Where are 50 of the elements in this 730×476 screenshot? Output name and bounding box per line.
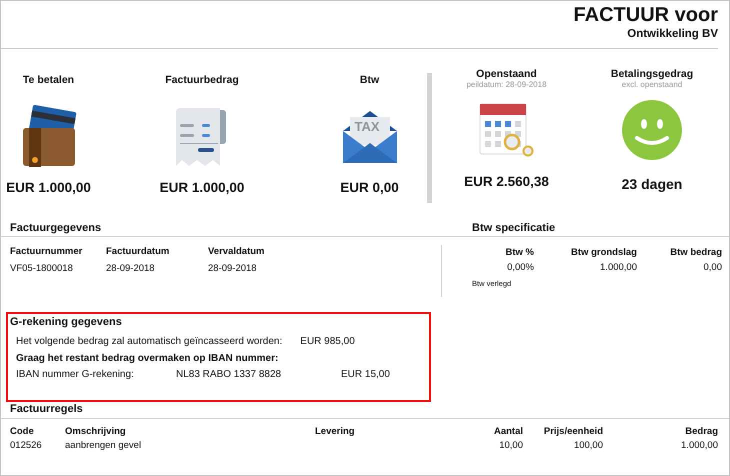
kpi-label: Factuurbedrag (165, 74, 239, 86)
kpi-label: Btw (360, 74, 380, 86)
table-cell-text: aanbrengen gevel (65, 440, 142, 451)
wallet-icon (20, 104, 76, 168)
iban-number: NL83 RABO 1337 8828 (176, 369, 282, 380)
column-header: Factuurnummer (10, 246, 84, 257)
kpi-value: 23 dagen (622, 176, 682, 192)
column-header: Code (10, 426, 35, 437)
smiley-icon (622, 100, 682, 160)
section-heading: Btw specificatie (472, 222, 556, 234)
table-cell: 0,00 (704, 262, 722, 273)
kpi-value: EUR 0,00 (340, 180, 399, 195)
table-cell-text: 012526 (10, 440, 43, 451)
table-cell: 1.000,00 (600, 262, 637, 273)
section-heading: Factuurregels (1, 402, 729, 419)
column-header: Factuurdatum (106, 246, 170, 257)
table-cell-text: 28-09-2018 (106, 263, 156, 274)
remaining-amount: EUR 15,00 (341, 369, 390, 380)
table-cell: 0,00% (507, 262, 534, 273)
kpi-note: peildatum: 28-09-2018 (466, 80, 547, 90)
column-header: Prijs/eenheid (544, 426, 603, 437)
section-heading: G-rekening gegevens (10, 316, 123, 328)
kpi-value: EUR 1.000,00 (160, 180, 244, 195)
column-header: Btw % (506, 247, 534, 258)
column-header: Aantal (494, 426, 523, 437)
kpi-label: Openstaand (476, 68, 537, 80)
kpi-label: Betalingsgedrag (610, 68, 694, 80)
iban-label: IBAN nummer G-rekening: (16, 369, 135, 380)
transfer-instruction: Graag het restant bedrag overmaken op IBAN nummer: (15, 353, 280, 364)
column-header: Btw grondslag (571, 247, 637, 258)
table-cell: 1.000,00 (681, 440, 718, 451)
section-heading: Factuurgegevens (9, 222, 102, 234)
customer-name: Ontwikkeling BV (627, 28, 718, 40)
table-cell-text: 28-09-2018 (208, 263, 258, 274)
table-cell-text: VF05-1800018 (10, 263, 74, 274)
debit-text: Het volgende bedrag zal automatisch geïncasseerd worden: (16, 336, 282, 347)
debit-amount: EUR 985,00 (300, 336, 355, 347)
column-header: Omschrijving (65, 426, 127, 437)
kpi-value: EUR 1.000,00 (6, 180, 91, 195)
column-header: Bedrag (685, 426, 718, 437)
table-cell: 10,00 (499, 440, 523, 451)
kpi-value: EUR 2.560,38 (464, 174, 549, 189)
column-header: Levering (315, 426, 356, 437)
column-header: Btw bedrag (670, 247, 722, 258)
invoice-title: FACTUUR voor (574, 3, 718, 27)
kpi-note: excl. openstaand (622, 80, 682, 90)
column-header: Vervaldatum (208, 246, 266, 257)
table-cell: 100,00 (574, 440, 603, 451)
kpi-label: Te betalen (22, 74, 74, 86)
calendar-icon (478, 102, 536, 158)
